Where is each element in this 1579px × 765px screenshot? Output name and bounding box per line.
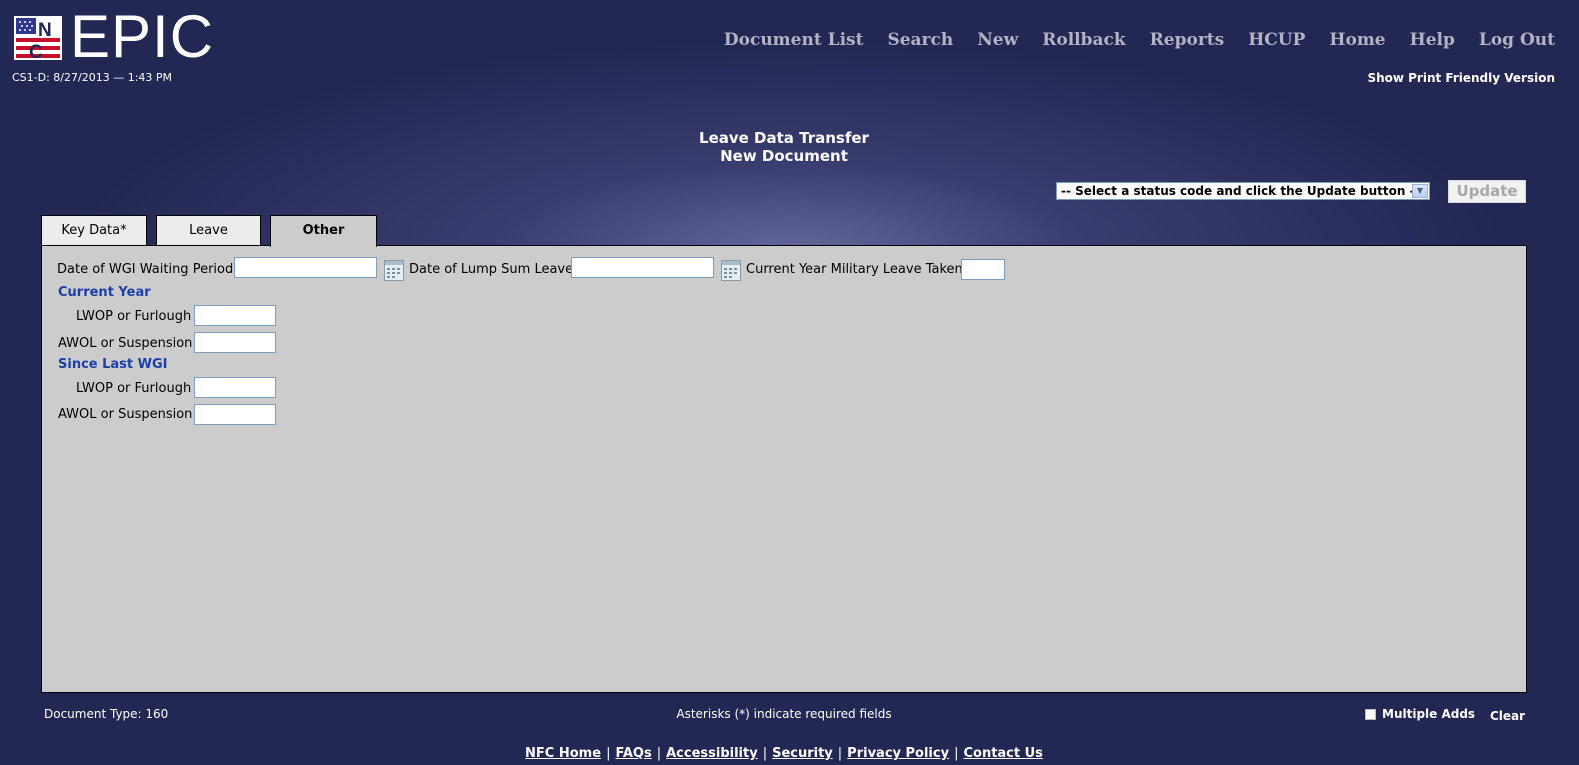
current-year-heading: Current Year <box>58 285 151 300</box>
status-code-select[interactable]: -- Select a status code and click the Up… <box>1056 182 1430 200</box>
page-title: Leave Data Transfer New Document <box>0 129 1568 165</box>
calendar-icon[interactable] <box>384 260 404 281</box>
nav-rollback[interactable]: Rollback <box>1042 30 1125 50</box>
app-logo-text: EPIC <box>70 3 215 70</box>
military-leave-input[interactable] <box>961 259 1005 280</box>
footer-link-security[interactable]: Security <box>772 746 833 761</box>
since-last-wgi-lwop-input[interactable] <box>194 377 276 398</box>
page-title-main: Leave Data Transfer <box>699 129 869 147</box>
nav-log-out[interactable]: Log Out <box>1479 30 1555 50</box>
footer-separator: | <box>606 746 611 761</box>
since-last-wgi-awol-input[interactable] <box>194 404 276 425</box>
footer-link-privacy-policy[interactable]: Privacy Policy <box>847 746 949 761</box>
footer-link-contact-us[interactable]: Contact Us <box>963 746 1042 761</box>
wgi-waiting-period-input[interactable] <box>234 257 377 278</box>
svg-text:C: C <box>29 42 43 60</box>
current-year-awol-input[interactable] <box>194 332 276 353</box>
top-navigation: Document List Search New Rollback Report… <box>724 30 1555 50</box>
wgi-waiting-period-label: Date of WGI Waiting Period <box>57 262 234 277</box>
tab-other[interactable]: Other <box>270 215 377 247</box>
since-last-wgi-lwop-label: LWOP or Furlough <box>76 381 192 396</box>
nav-hcup[interactable]: HCUP <box>1248 30 1305 50</box>
footer-separator: | <box>954 746 959 761</box>
footer-separator: | <box>837 746 843 761</box>
status-code-selected-value: -- Select a status code and click the Up… <box>1061 184 1420 198</box>
since-last-wgi-heading: Since Last WGI <box>58 357 168 372</box>
footer-link-nfc-home[interactable]: NFC Home <box>525 746 601 761</box>
multiple-adds-checkbox[interactable] <box>1365 708 1376 720</box>
footer-link-accessibility[interactable]: Accessibility <box>666 746 758 761</box>
required-fields-note: Asterisks (*) indicate required fields <box>676 707 892 721</box>
footer-separator: | <box>762 746 768 761</box>
footer-links: NFC Home | FAQs | Accessibility | Security | Pri… <box>0 746 1568 761</box>
print-friendly-link[interactable]: Show Print Friendly Version <box>1367 71 1555 85</box>
page-subtitle: New Document <box>720 147 848 165</box>
nav-help[interactable]: Help <box>1410 30 1455 50</box>
nav-search[interactable]: Search <box>887 30 953 50</box>
footer-link-faqs[interactable]: FAQs <box>615 746 651 761</box>
tab-leave[interactable]: Leave <box>156 215 261 246</box>
session-info: CS1-D: 8/27/2013 — 1:43 PM <box>12 71 173 84</box>
nav-home[interactable]: Home <box>1329 30 1385 50</box>
current-year-lwop-input[interactable] <box>194 305 276 326</box>
military-leave-label: Current Year Military Leave Taken <box>746 262 963 277</box>
chevron-down-icon[interactable]: ▼ <box>1412 184 1428 198</box>
nav-new[interactable]: New <box>977 30 1018 50</box>
lump-sum-leave-label: Date of Lump Sum Leave <box>409 262 574 277</box>
since-last-wgi-awol-label: AWOL or Suspension <box>58 407 193 422</box>
clear-link[interactable]: Clear <box>1490 709 1525 723</box>
current-year-awol-label: AWOL or Suspension <box>58 336 193 351</box>
multiple-adds-option: Multiple Adds <box>1365 707 1475 721</box>
current-year-lwop-label: LWOP or Furlough <box>76 309 192 324</box>
other-tab-panel: Date of WGI Waiting Period Date of Lump … <box>41 245 1527 693</box>
multiple-adds-label: Multiple Adds <box>1382 707 1476 721</box>
nav-reports[interactable]: Reports <box>1150 30 1225 50</box>
svg-text:N: N <box>38 20 52 41</box>
tab-key-data[interactable]: Key Data* <box>41 215 147 246</box>
nav-document-list[interactable]: Document List <box>724 30 864 50</box>
lump-sum-leave-input[interactable] <box>571 257 714 278</box>
footer-separator: | <box>656 746 662 761</box>
calendar-icon[interactable] <box>721 260 741 281</box>
nfc-logo-icon: N C <box>14 16 62 63</box>
update-button[interactable]: Update <box>1448 180 1526 203</box>
